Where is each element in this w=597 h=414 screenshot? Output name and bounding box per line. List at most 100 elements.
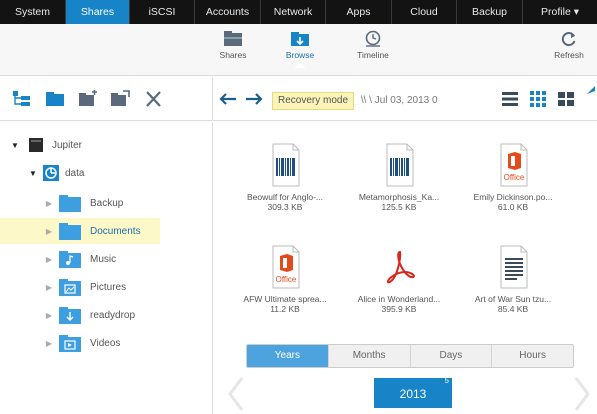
tab-shares[interactable]: Shares — [66, 0, 130, 24]
refresh-icon — [561, 32, 576, 47]
copy-folder-icon[interactable] — [78, 90, 98, 108]
file-item[interactable]: Alice in Wonderland... 395.9 KB — [344, 244, 454, 314]
svg-text:Office: Office — [276, 275, 297, 284]
year-count-badge: 5 — [444, 376, 449, 385]
timeline-next-icon[interactable] — [572, 376, 592, 412]
tree-item-jupiter[interactable]: ▼ Jupiter — [0, 132, 213, 158]
readydrop-folder-icon — [59, 307, 81, 324]
segment-months[interactable]: Months — [328, 345, 411, 367]
tab-backup[interactable]: Backup — [457, 0, 523, 24]
tab-network[interactable]: Network — [261, 0, 326, 24]
move-folder-icon[interactable] — [110, 90, 130, 108]
tree-item-readydrop[interactable]: ▶ readydrop — [0, 302, 213, 328]
barcode-doc-icon — [386, 143, 414, 187]
settings-corner-icon[interactable] — [586, 85, 596, 95]
file-item[interactable]: Office AFW Ultimate sprea... 11.2 KB — [230, 244, 340, 314]
collapsed-arrow-icon[interactable]: ▶ — [44, 283, 54, 292]
file-name: Beowulf for Anglo-... — [246, 192, 324, 202]
breadcrumb: Recovery mode \\ \ Jul 03, 2013 0 — [272, 92, 438, 110]
folder-icon — [59, 195, 81, 212]
office-doc-icon: Office — [500, 143, 528, 187]
path-text: \\ \ Jul 03, 2013 0 — [360, 95, 438, 106]
browse-folder-icon — [291, 32, 309, 46]
delete-icon[interactable] — [144, 90, 164, 108]
folder-icon — [59, 223, 81, 240]
file-size: 85.4 KB — [497, 304, 529, 314]
segment-days[interactable]: Days — [410, 345, 493, 367]
top-nav: System Shares iSCSI Accounts Network App… — [0, 0, 597, 24]
list-view-icon[interactable] — [500, 90, 520, 108]
shares-label: Shares — [219, 50, 247, 60]
tab-cloud[interactable]: Cloud — [392, 0, 457, 24]
collapsed-arrow-icon[interactable]: ▶ — [44, 339, 54, 348]
timeline-label: Timeline — [357, 50, 389, 60]
profile-menu[interactable]: Profile ▾ — [523, 0, 597, 24]
refresh-label: Refresh — [554, 50, 584, 60]
tree-item-label: Music — [90, 253, 117, 265]
year-tile[interactable]: 2013 5 — [374, 376, 452, 408]
tree-item-label: Backup — [90, 197, 124, 209]
browse-label: Browse — [285, 50, 315, 60]
file-name: Metamorphosis_Ka... — [358, 192, 440, 202]
segment-years[interactable]: Years — [247, 345, 329, 367]
new-folder-icon[interactable] — [45, 90, 65, 108]
tree-item-label: readydrop — [90, 309, 136, 321]
refresh-button[interactable]: Refresh — [544, 30, 594, 60]
tree-item-label: Documents — [90, 225, 141, 237]
shares-button[interactable]: Shares — [205, 30, 261, 60]
back-arrow-icon[interactable] — [218, 90, 238, 108]
file-item[interactable]: Beowulf for Anglo-... 309.3 KB — [230, 142, 340, 212]
large-grid-view-icon[interactable] — [556, 90, 576, 108]
pictures-folder-icon — [59, 279, 81, 296]
nas-device-icon — [29, 138, 43, 152]
tree-item-label: Pictures — [90, 281, 127, 293]
collapsed-arrow-icon[interactable]: ▶ — [44, 227, 54, 236]
file-name: Alice in Wonderland... — [357, 294, 441, 304]
text-doc-icon — [500, 245, 528, 289]
file-item[interactable]: Art of War Sun tzu... 85.4 KB — [458, 244, 568, 314]
browse-button[interactable]: Browse — [272, 30, 328, 68]
office-doc-icon: Office — [272, 245, 300, 289]
forward-arrow-icon[interactable] — [244, 90, 264, 108]
tab-apps[interactable]: Apps — [326, 0, 392, 24]
shares-folder-icon — [224, 31, 242, 46]
tree-item-music[interactable]: ▶ Music — [0, 246, 213, 272]
barcode-doc-icon — [272, 143, 300, 187]
folder-tree: ▼ Jupiter ▼ data ▶ Backup ▶ Documents ▶ — [0, 122, 213, 414]
tree-item-videos[interactable]: ▶ Videos — [0, 330, 213, 356]
timeline-granularity: Years Months Days Hours — [246, 344, 574, 368]
file-item[interactable]: Office Emily Dickinson.po... 61.0 KB — [458, 142, 568, 212]
tree-item-backup[interactable]: ▶ Backup — [0, 190, 213, 216]
segment-hours[interactable]: Hours — [492, 345, 573, 367]
file-size: 395.9 KB — [381, 304, 417, 314]
recovery-mode-badge[interactable]: Recovery mode — [272, 92, 355, 110]
tree-item-label: Jupiter — [52, 139, 83, 151]
tab-system[interactable]: System — [0, 0, 66, 24]
collapsed-arrow-icon[interactable]: ▶ — [44, 311, 54, 320]
timeline-clock-icon — [365, 30, 381, 47]
tree-view-icon[interactable] — [12, 90, 32, 108]
expanded-arrow-icon[interactable]: ▼ — [10, 141, 20, 150]
file-name: Art of War Sun tzu... — [474, 294, 552, 304]
file-size: 11.2 KB — [270, 304, 300, 314]
small-grid-view-icon[interactable] — [528, 90, 548, 108]
tree-item-data[interactable]: ▼ data — [0, 160, 213, 186]
file-size: 61.0 KB — [497, 202, 529, 212]
timeline-button[interactable]: Timeline — [345, 30, 401, 60]
tree-item-label: Videos — [90, 337, 121, 349]
file-size: 125.5 KB — [381, 202, 417, 212]
year-label: 2013 — [399, 387, 427, 401]
tree-item-label: data — [65, 167, 85, 179]
tab-iscsi[interactable]: iSCSI — [130, 0, 195, 24]
tree-item-pictures[interactable]: ▶ Pictures — [0, 274, 213, 300]
tab-accounts[interactable]: Accounts — [195, 0, 261, 24]
collapsed-arrow-icon[interactable]: ▶ — [44, 255, 54, 264]
file-item[interactable]: Metamorphosis_Ka... 125.5 KB — [344, 142, 454, 212]
svg-text:Office: Office — [504, 173, 525, 182]
expanded-arrow-icon[interactable]: ▼ — [28, 169, 38, 178]
file-size: 309.3 KB — [267, 202, 303, 212]
tree-item-documents[interactable]: ▶ Documents — [0, 218, 160, 244]
pdf-doc-icon — [386, 250, 415, 284]
timeline-prev-icon[interactable] — [226, 376, 246, 412]
collapsed-arrow-icon[interactable]: ▶ — [44, 199, 54, 208]
